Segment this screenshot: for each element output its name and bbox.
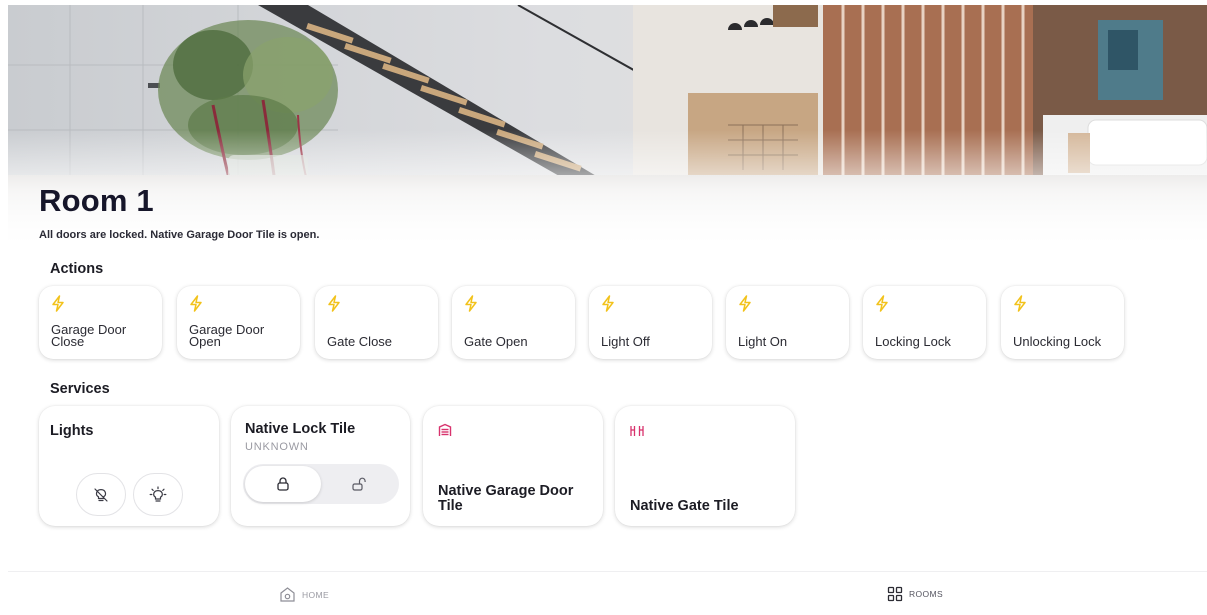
grid-icon (887, 586, 903, 602)
action-tile-unlocking-lock[interactable]: Unlocking Lock (1001, 286, 1124, 359)
action-label: Garage Door Open (189, 322, 265, 349)
unlock-button[interactable] (321, 466, 397, 502)
lights-title: Lights (50, 423, 94, 439)
action-tile-gate-close[interactable]: Gate Close (315, 286, 438, 359)
room-status-text: All doors are locked. Native Garage Door… (39, 229, 320, 241)
lights-service-tile: Lights (39, 406, 219, 526)
gate-service-tile[interactable]: Native Gate Tile (615, 406, 795, 526)
action-tile-light-on[interactable]: Light On (726, 286, 849, 359)
home-icon (280, 587, 295, 602)
action-label: Light On (738, 334, 788, 349)
services-section-title: Services (50, 381, 110, 397)
bolt-icon (465, 295, 477, 312)
gate-icon (630, 426, 644, 436)
action-label: Locking Lock (875, 334, 951, 349)
page-title: Room 1 (39, 183, 154, 218)
bottom-navigation: HOME ROOMS (8, 571, 1207, 615)
unlock-icon (352, 477, 366, 491)
action-tile-locking-lock[interactable]: Locking Lock (863, 286, 986, 359)
action-label: Gate Close (327, 334, 393, 349)
nav-rooms-label: ROOMS (909, 589, 944, 599)
light-on-button[interactable] (133, 473, 183, 516)
action-label: Light Off (601, 334, 650, 349)
light-on-icon (149, 485, 167, 502)
action-label: Garage Door Close (51, 322, 127, 349)
actions-section-title: Actions (50, 261, 104, 277)
action-tile-garage-door-open[interactable]: Garage Door Open (177, 286, 300, 359)
nav-rooms[interactable]: ROOMS (887, 586, 943, 602)
lock-state-text: UNKNOWN (245, 441, 309, 453)
garage-icon (438, 423, 452, 436)
light-off-icon (94, 487, 108, 502)
nav-home-label: HOME (302, 589, 330, 600)
action-tile-garage-door-close[interactable]: Garage Door Close (39, 286, 162, 359)
lock-icon (277, 477, 289, 491)
action-label: Unlocking Lock (1013, 334, 1102, 349)
action-tile-gate-open[interactable]: Gate Open (452, 286, 575, 359)
lock-toggle (243, 464, 399, 504)
room-hero-image (8, 5, 1207, 245)
nav-home[interactable]: HOME (279, 586, 329, 603)
bolt-icon (739, 295, 751, 312)
hero-fade-overlay (8, 5, 1207, 245)
action-label: Gate Open (464, 334, 528, 349)
bolt-icon (190, 295, 202, 312)
action-tile-light-off[interactable]: Light Off (589, 286, 712, 359)
lock-button[interactable] (245, 466, 321, 502)
light-off-button[interactable] (76, 473, 126, 516)
bolt-icon (52, 295, 64, 312)
bolt-icon (602, 295, 614, 312)
garage-title: Native Garage Door Tile (438, 483, 574, 514)
gate-title: Native Gate Tile (630, 498, 739, 514)
bolt-icon (328, 295, 340, 312)
lock-title: Native Lock Tile (245, 421, 356, 437)
bolt-icon (876, 295, 888, 312)
bolt-icon (1014, 295, 1026, 312)
garage-service-tile[interactable]: Native Garage Door Tile (423, 406, 603, 526)
